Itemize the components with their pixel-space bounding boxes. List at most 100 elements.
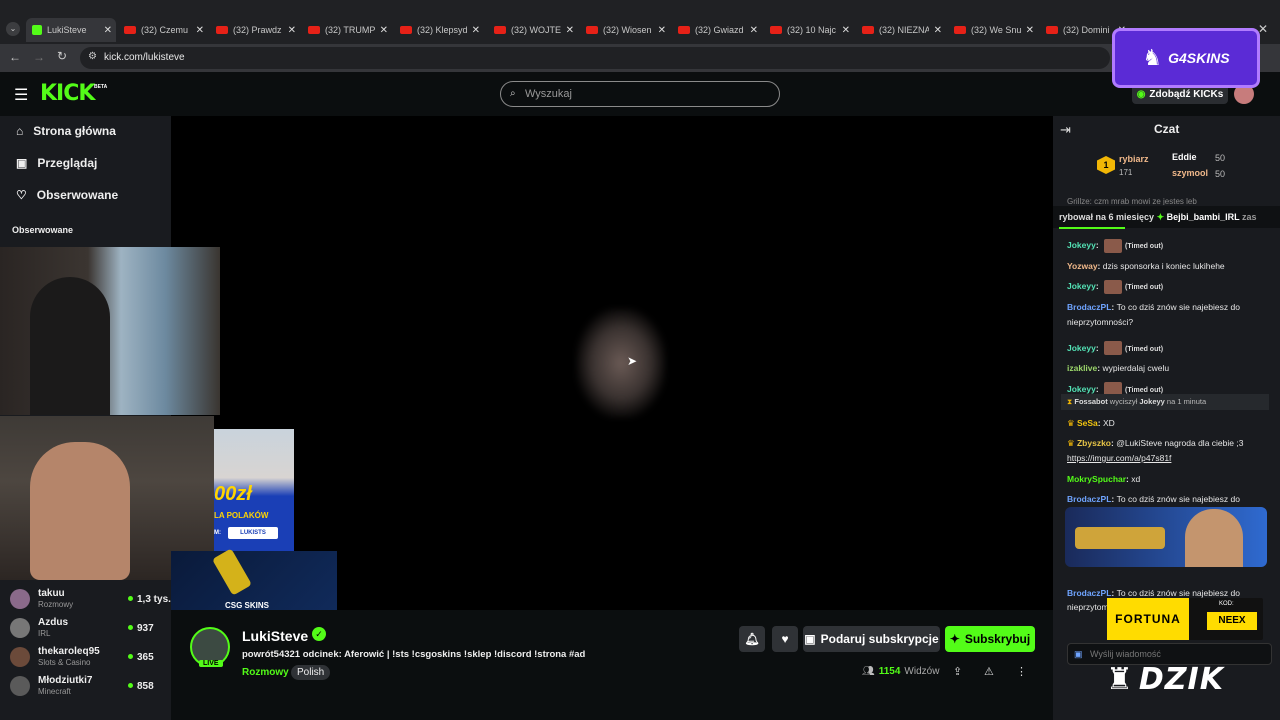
menu-icon[interactable]: ☰ xyxy=(14,85,28,105)
leader2-name[interactable]: Eddie xyxy=(1172,152,1197,162)
browser-tab[interactable]: (32) TRUMP ✕ xyxy=(302,18,392,42)
chat-username[interactable]: Zbyszko xyxy=(1077,438,1111,448)
browser-tab[interactable]: (32) WOJTEK ✕ xyxy=(488,18,578,42)
chat-username[interactable]: Yozway xyxy=(1067,261,1098,271)
followed-channel[interactable]: Młodziutki7 Minecraft 858 xyxy=(10,675,160,697)
chat-message: Jokeyy: (Timed out) xyxy=(1067,341,1272,357)
banner-person xyxy=(1185,509,1243,567)
video-player[interactable]: ➤ xyxy=(171,116,1053,610)
site-info-icon[interactable]: ⚙ xyxy=(88,51,97,62)
heart-icon: ♡ xyxy=(16,188,27,202)
browser-tab[interactable]: (32) Prawdz ✕ xyxy=(210,18,300,42)
g4skins-text: G4SKINS xyxy=(1168,50,1230,66)
report-icon[interactable]: ⚠ xyxy=(984,665,994,678)
followed-channel[interactable]: thekaroleq95 Slots & Casino 365 xyxy=(10,646,160,668)
tab-close-icon[interactable]: ✕ xyxy=(380,25,388,36)
tab-close-icon[interactable]: ✕ xyxy=(1026,25,1034,36)
chat-username[interactable]: izaklive xyxy=(1067,363,1097,373)
browser-tab[interactable]: (32) Czemu ✕ xyxy=(118,18,208,42)
sidebar-item-home[interactable]: ⌂ Strona główna xyxy=(16,124,116,138)
chat-emote-icon[interactable]: ▣ xyxy=(1074,644,1083,664)
tab-close-icon[interactable]: ✕ xyxy=(288,25,296,36)
tab-close-icon[interactable]: ✕ xyxy=(750,25,758,36)
browser-tab[interactable]: (32) Gwiazd ✕ xyxy=(672,18,762,42)
chat-message: izaklive: wypierdalaj cwelu xyxy=(1067,361,1272,376)
chat-username[interactable]: BrodaczPL xyxy=(1067,494,1111,504)
channel-name: Młodziutki7 xyxy=(38,675,93,686)
search-input[interactable]: ⌕ Wyszukaj xyxy=(500,81,780,107)
url-field[interactable]: ⚙ kick.com/lukisteve xyxy=(80,47,1110,69)
search-icon: ⌕ xyxy=(510,88,516,99)
channel-name: takuu xyxy=(38,588,65,599)
tab-close-icon[interactable]: ✕ xyxy=(566,25,574,36)
mod-duration: na 1 minuta xyxy=(1166,397,1207,406)
chat-link[interactable]: https://imgur.com/a/p47s81f xyxy=(1067,453,1171,463)
mod-verb: wyciszył xyxy=(1109,397,1138,406)
chat-username[interactable]: BrodaczPL xyxy=(1067,302,1111,312)
timed-out-text: (Timed out) xyxy=(1125,243,1164,250)
browser-tab-bar: ⌄ LukiSteve ✕ (32) Czemu ✕ (32) Prawdz ✕ (32) … xyxy=(0,0,1280,44)
youtube-favicon-icon xyxy=(954,26,966,34)
more-options-icon[interactable]: ⋮ xyxy=(1016,665,1027,678)
chat-message: BrodaczPL: To co dziś znów sie najebiesz… xyxy=(1067,300,1272,330)
tab-close-icon[interactable]: ✕ xyxy=(472,25,480,36)
chat-text: @LukiSteve nagroda dla ciebie ;3 xyxy=(1116,438,1244,448)
ticker-progress xyxy=(1059,227,1125,229)
subscribe-button[interactable]: ✦ Subskrybuj xyxy=(945,626,1035,652)
chat-username[interactable]: Jokeyy xyxy=(1067,281,1096,291)
emote-icon xyxy=(1104,341,1123,356)
chat-username[interactable]: BrodaczPL xyxy=(1067,588,1111,598)
ad-code-label: KOD: xyxy=(1219,601,1234,607)
tab-search-icon[interactable]: ⌄ xyxy=(6,22,20,36)
share-icon[interactable]: ⇪ xyxy=(953,665,962,678)
hourglass-icon: ⧗ xyxy=(1067,397,1073,406)
ad-code: NEEX xyxy=(1207,612,1257,630)
browser-tab[interactable]: (32) We Snu ✕ xyxy=(948,18,1038,42)
live-dot xyxy=(128,625,133,631)
tab-label: (32) TRUMP xyxy=(325,25,375,35)
browser-tab[interactable]: (32) 10 Najc ✕ xyxy=(764,18,854,42)
chat-username[interactable]: SeSa xyxy=(1077,418,1098,428)
tab-close-icon[interactable]: ✕ xyxy=(196,25,204,36)
chat-username[interactable]: Jokeyy xyxy=(1067,240,1096,250)
kick-logo[interactable]: KICK xyxy=(40,81,95,106)
forward-icon[interactable]: → xyxy=(33,50,45,64)
streamer-name[interactable]: LukiSteve xyxy=(242,628,308,644)
followed-channel[interactable]: Azdus IRL 937 xyxy=(10,617,160,639)
followed-channel[interactable]: takuu Rozmowy 1,3 tys. xyxy=(10,588,171,610)
sidebar-item-following[interactable]: ♡ Obserwowane xyxy=(16,188,118,202)
leader3-name[interactable]: szymool xyxy=(1172,168,1208,178)
collapse-chat-icon[interactable]: ⇥ xyxy=(1060,122,1071,138)
tab-close-icon[interactable]: ✕ xyxy=(842,25,850,36)
browser-tab[interactable]: (32) Wiosen ✕ xyxy=(580,18,670,42)
browser-tab[interactable]: LukiSteve ✕ xyxy=(26,18,116,42)
reload-icon[interactable]: ↻ xyxy=(57,49,67,63)
tab-close-icon[interactable]: ✕ xyxy=(658,25,666,36)
browser-tab[interactable]: (32) Klepsyd ✕ xyxy=(394,18,484,42)
follow-button[interactable]: ♥ xyxy=(772,626,798,652)
notification-button[interactable]: 🔔︎ xyxy=(739,626,765,652)
tab-close-icon[interactable]: ✕ xyxy=(104,25,112,36)
back-icon[interactable]: ← xyxy=(9,50,21,64)
webcam-top-person xyxy=(30,277,110,415)
stream-info-bar: LIVE LukiSteve ✓ powrót54321 odcinek: Af… xyxy=(171,610,1053,720)
channel-avatar xyxy=(10,647,30,667)
chat-username[interactable]: Jokeyy xyxy=(1067,343,1096,353)
leader-name[interactable]: rybiarz xyxy=(1119,154,1149,164)
mod-name: Fossabot xyxy=(1074,397,1108,406)
viewer-number: 1,3 tys. xyxy=(137,593,171,605)
browser-tab[interactable]: (32) NIEZNA ✕ xyxy=(856,18,946,42)
tab-close-icon[interactable]: ✕ xyxy=(934,25,942,36)
category-link[interactable]: Rozmowy xyxy=(242,667,289,678)
badge-icon: ♛ xyxy=(1067,438,1077,448)
chat-text: wypierdalaj cwelu xyxy=(1102,363,1170,373)
bell-icon: 🔔︎ xyxy=(744,632,760,646)
language-tag[interactable]: Polish xyxy=(291,665,331,680)
chat-username[interactable]: Jokeyy xyxy=(1067,384,1096,394)
sidebar-item-browse[interactable]: ▣ Przeglądaj xyxy=(16,156,97,170)
chat-username[interactable]: MokrySpuchar xyxy=(1067,474,1126,484)
gift-subscription-button[interactable]: ▣ Podaruj subskrypcje xyxy=(803,626,940,652)
colon: : xyxy=(1095,383,1102,394)
timed-out-text: (Timed out) xyxy=(1125,386,1164,394)
badge-icon: ♛ xyxy=(1067,418,1077,428)
